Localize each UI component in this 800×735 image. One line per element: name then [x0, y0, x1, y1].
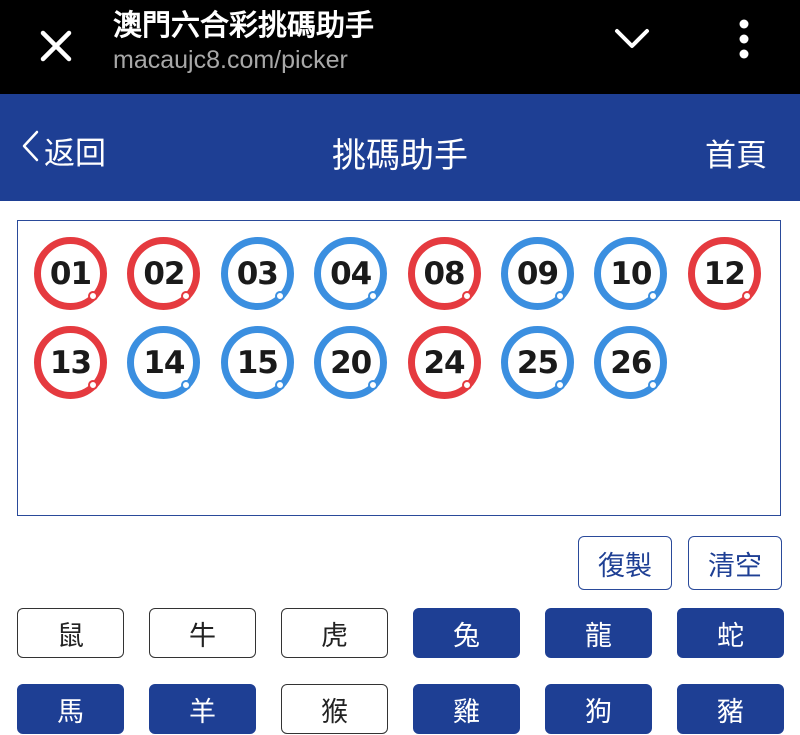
more-vert-icon[interactable] — [718, 14, 770, 64]
ball-highlight-icon — [368, 380, 379, 390]
ball-number: 13 — [49, 344, 92, 381]
ball-highlight-icon — [554, 291, 565, 301]
ball-number: 14 — [143, 344, 185, 381]
ball-number: 09 — [516, 255, 559, 292]
number-ball[interactable]: 24 — [407, 326, 481, 399]
number-ball[interactable]: 13 — [34, 326, 107, 399]
zodiac-button[interactable]: 馬 — [17, 684, 124, 734]
clear-button[interactable]: 清空 — [688, 536, 782, 590]
number-ball[interactable]: 15 — [220, 326, 294, 399]
ball-highlight-icon — [274, 291, 285, 301]
number-ball[interactable]: 02 — [127, 237, 201, 310]
ball-highlight-icon — [554, 380, 565, 390]
selected-numbers-panel: 01 02 03 04 08 09 10 12 13 14 15 20 24 25 26 — [17, 220, 781, 516]
ball-number: 10 — [610, 255, 652, 292]
browser-url[interactable]: macaujc8.com/picker — [113, 46, 348, 75]
ball-number: 03 — [236, 255, 279, 292]
ball-highlight-icon — [88, 380, 98, 390]
zodiac-button[interactable]: 牛 — [149, 608, 256, 658]
number-ball[interactable]: 26 — [594, 326, 668, 399]
number-ball[interactable]: 08 — [407, 237, 481, 310]
ball-number: 08 — [423, 255, 465, 292]
number-ball[interactable]: 25 — [500, 326, 574, 399]
ball-number: 20 — [330, 344, 372, 381]
ball-highlight-icon — [181, 380, 192, 390]
ball-number: 24 — [423, 344, 465, 381]
ball-highlight-icon — [648, 291, 659, 301]
browser-toolbar: 澳門六合彩挑碼助手 macaujc8.com/picker — [0, 0, 800, 94]
app-header: 返回 挑碼助手 首頁 — [0, 94, 800, 201]
zodiac-button[interactable]: 鼠 — [17, 608, 124, 658]
number-ball[interactable]: 04 — [314, 237, 388, 310]
copy-button[interactable]: 復製 — [578, 536, 672, 590]
ball-number: 25 — [516, 344, 559, 381]
home-button[interactable]: 首頁 — [705, 130, 767, 175]
zodiac-button[interactable]: 羊 — [149, 684, 256, 734]
ball-highlight-icon — [461, 291, 472, 301]
ball-grid: 01 02 03 04 08 09 10 12 13 14 15 20 24 25 26 — [34, 237, 761, 399]
ball-highlight-icon — [368, 291, 379, 301]
ball-number: 04 — [330, 255, 372, 292]
ball-number: 01 — [49, 255, 92, 292]
ball-number: 12 — [703, 255, 746, 292]
zodiac-button[interactable]: 兔 — [413, 608, 520, 658]
ball-number: 15 — [236, 344, 279, 381]
number-ball[interactable]: 14 — [127, 326, 201, 399]
chevron-down-icon[interactable] — [606, 18, 658, 60]
ball-highlight-icon — [461, 380, 472, 390]
number-ball[interactable]: 10 — [594, 237, 668, 310]
number-ball[interactable]: 01 — [34, 237, 107, 310]
ball-number: 02 — [143, 255, 185, 292]
zodiac-button[interactable]: 豬 — [677, 684, 784, 734]
number-ball[interactable]: 03 — [220, 237, 294, 310]
zodiac-button[interactable]: 狗 — [545, 684, 652, 734]
zodiac-button[interactable]: 虎 — [281, 608, 388, 658]
zodiac-button[interactable]: 蛇 — [677, 608, 784, 658]
number-ball[interactable]: 20 — [314, 326, 388, 399]
ball-highlight-icon — [741, 291, 752, 301]
ball-number: 26 — [610, 344, 652, 381]
number-ball[interactable]: 12 — [687, 237, 761, 310]
close-icon[interactable] — [30, 20, 82, 72]
ball-highlight-icon — [274, 380, 285, 390]
zodiac-button[interactable]: 龍 — [545, 608, 652, 658]
ball-highlight-icon — [181, 291, 192, 301]
zodiac-button[interactable]: 雞 — [413, 684, 520, 734]
zodiac-button[interactable]: 猴 — [281, 684, 388, 734]
zodiac-grid: 鼠牛虎兔龍蛇馬羊猴雞狗豬 — [17, 608, 784, 734]
number-ball[interactable]: 09 — [500, 237, 574, 310]
ball-highlight-icon — [88, 291, 98, 301]
ball-highlight-icon — [648, 380, 659, 390]
browser-page-title: 澳門六合彩挑碼助手 — [113, 8, 375, 42]
page-title: 挑碼助手 — [332, 136, 468, 176]
